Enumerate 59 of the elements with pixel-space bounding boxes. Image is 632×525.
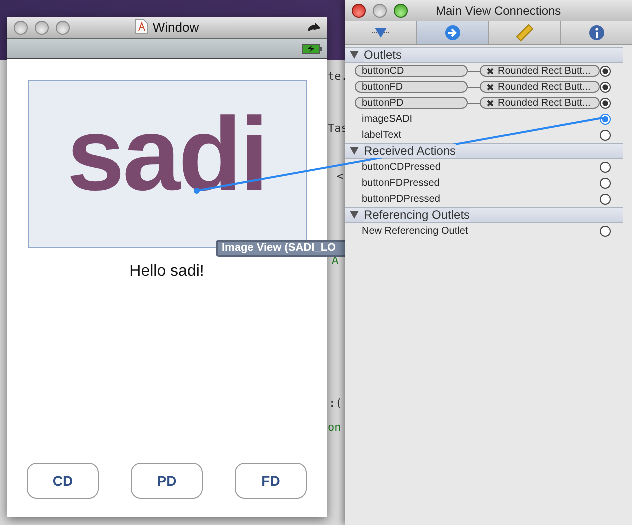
code-fragment: on	[328, 421, 342, 434]
remove-icon[interactable]	[487, 68, 494, 74]
target-name: Rounded Rect Butt...	[498, 82, 591, 92]
connection-circle[interactable]	[600, 130, 611, 140]
outlet-pill[interactable]: buttonCD	[355, 65, 468, 77]
info-icon	[588, 24, 604, 40]
section-title: Referencing Outlets	[364, 208, 470, 222]
battery-icon	[302, 44, 322, 54]
outlet-name: New Referencing Outlet	[361, 226, 468, 236]
arrow-circle-icon	[444, 24, 460, 40]
logo-text: sadi	[66, 103, 268, 207]
outlet-pill[interactable]: buttonFD	[355, 81, 468, 93]
minimize-button[interactable]	[373, 4, 387, 18]
hello-label: Hello sadi!	[130, 263, 204, 281]
connection-circle[interactable]	[600, 66, 611, 76]
connection-circle[interactable]	[600, 226, 611, 236]
connection-circle[interactable]	[600, 98, 611, 108]
outlet-name: imageSADI	[361, 114, 413, 124]
remove-icon[interactable]	[487, 84, 494, 90]
document-icon	[134, 19, 149, 35]
section-header[interactable]: Received Actions	[345, 143, 623, 159]
disclosure-triangle-icon[interactable]	[350, 211, 359, 219]
outlet-name: buttonCDPressed	[361, 162, 441, 172]
target-pill[interactable]: Rounded Rect Butt...	[480, 65, 600, 77]
rounded-button[interactable]: PD	[131, 463, 203, 499]
connection-circle[interactable]	[600, 82, 611, 92]
connection-circle[interactable]	[600, 162, 611, 172]
outlet-name: labelText	[361, 130, 402, 140]
disclosure-triangle-icon[interactable]	[350, 51, 359, 59]
code-fragment: te.	[328, 70, 348, 83]
ruler-icon	[516, 24, 534, 42]
window-title: Window	[152, 20, 200, 34]
inspector-tab[interactable]	[417, 21, 489, 44]
outlet-pill[interactable]: buttonPD	[355, 97, 468, 109]
target-pill[interactable]: Rounded Rect Butt...	[480, 81, 600, 93]
zoom-button[interactable]	[394, 4, 408, 18]
disclosure-triangle-icon[interactable]	[350, 147, 359, 155]
code-fragment: <	[337, 170, 344, 183]
target-name: Rounded Rect Butt...	[498, 98, 591, 108]
inspector-title: Main View Connections	[436, 4, 562, 18]
rounded-button[interactable]: FD	[235, 463, 307, 499]
zoom-button[interactable]	[56, 20, 70, 34]
target-pill[interactable]: Rounded Rect Butt...	[480, 97, 600, 109]
section-header[interactable]: Outlets	[345, 47, 623, 63]
section-header[interactable]: Referencing Outlets	[345, 207, 623, 223]
section-title: Received Actions	[364, 144, 456, 158]
remove-icon[interactable]	[487, 100, 494, 106]
code-fragment: :(	[329, 397, 342, 410]
outlet-name: buttonFDPressed	[361, 178, 440, 188]
section-title: Outlets	[364, 48, 402, 62]
target-name: Rounded Rect Butt...	[498, 66, 591, 76]
outlet-name: buttonPDPressed	[361, 194, 440, 204]
close-button[interactable]	[352, 4, 366, 18]
effects-icon	[370, 26, 392, 40]
minimize-button[interactable]	[35, 20, 49, 34]
rotate-icon[interactable]	[308, 22, 320, 32]
connection-circle[interactable]	[600, 178, 611, 188]
rounded-button[interactable]: CD	[27, 463, 99, 499]
connection-circle[interactable]	[600, 194, 611, 204]
